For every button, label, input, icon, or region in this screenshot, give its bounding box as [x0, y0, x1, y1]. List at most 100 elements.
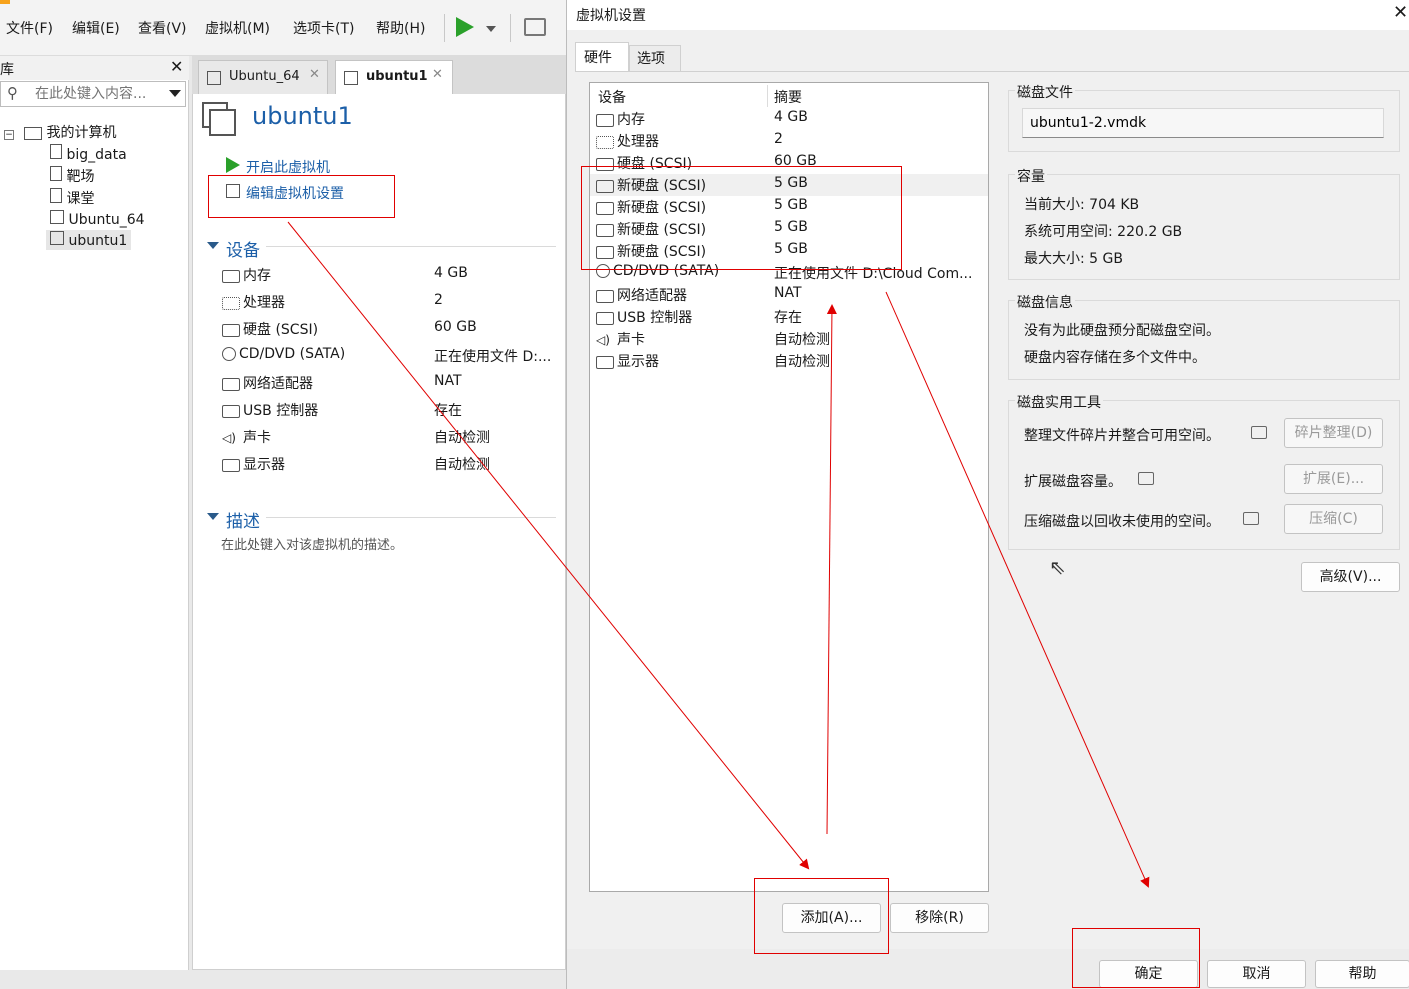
computer-icon: [24, 126, 43, 140]
network-icon: [222, 377, 240, 391]
vm-icon: [344, 71, 358, 85]
hw-row-new-disk-selected[interactable]: 新硬盘 (SCSI) 5 GB: [590, 174, 988, 196]
max-size: 最大大小: 5 GB: [1024, 251, 1123, 267]
hw-value: 自动检测: [774, 354, 830, 370]
play-icon[interactable]: [456, 17, 474, 37]
column-summary-header[interactable]: 摘要: [774, 87, 802, 107]
hw-row-cddvd[interactable]: CD/DVD (SATA) 正在使用文件 D:\Cloud Com...: [590, 262, 988, 284]
library-panel: 库 ✕ ⚲ − 我的计算机 big_data 靶场 课堂 Ubuntu_64 u…: [0, 56, 189, 970]
help-button[interactable]: 帮助: [1315, 960, 1409, 988]
hw-row-network[interactable]: 网络适配器 NAT: [590, 284, 988, 306]
advanced-button[interactable]: 高级(V)...: [1301, 562, 1400, 592]
device-row-usb[interactable]: USB 控制器: [222, 400, 318, 420]
hw-row-memory[interactable]: 内存 4 GB: [590, 108, 988, 130]
tab-hardware[interactable]: 硬件: [575, 42, 629, 72]
collapse-icon[interactable]: [207, 513, 219, 520]
snapshot-icon[interactable]: [524, 18, 546, 36]
tree-item-selected[interactable]: ubuntu1: [46, 230, 132, 250]
hw-row-new-disk[interactable]: 新硬盘 (SCSI) 5 GB: [590, 240, 988, 262]
hw-row-sound[interactable]: ◁) 声卡 自动检测: [590, 328, 988, 350]
free-space: 系统可用空间: 220.2 GB: [1024, 224, 1183, 240]
description-placeholder[interactable]: 在此处键入对该虚拟机的描述。: [221, 534, 403, 553]
close-icon[interactable]: ✕: [309, 67, 320, 82]
tab-ubuntu64[interactable]: Ubuntu_64 ✕: [198, 60, 328, 94]
device-row-memory[interactable]: 内存: [222, 265, 271, 285]
menu-edit[interactable]: 编辑(E): [72, 18, 120, 38]
hw-row-usb[interactable]: USB 控制器 存在: [590, 306, 988, 328]
vm-file-icon: [50, 188, 62, 203]
mouse-cursor-icon: ⇖: [1049, 555, 1066, 579]
menu-view[interactable]: 查看(V): [138, 18, 187, 38]
add-button[interactable]: 添加(A)...: [782, 903, 881, 933]
edit-settings-link[interactable]: 编辑虚拟机设置: [246, 183, 344, 203]
library-search[interactable]: ⚲: [0, 81, 186, 107]
disk-utilities-label: 磁盘实用工具: [1015, 392, 1103, 412]
hardware-list[interactable]: 设备 摘要 内存 4 GB 处理器 2 硬盘 (SCSI) 60 GB 新硬盘 (SC…: [589, 82, 989, 892]
device-row-cddvd[interactable]: CD/DVD (SATA): [222, 346, 345, 362]
processor-icon: [222, 296, 240, 310]
menu-help[interactable]: 帮助(H): [376, 18, 425, 38]
hw-name: 内存: [617, 112, 645, 128]
chevron-down-icon[interactable]: [486, 26, 496, 32]
tree-item-label: ubuntu1: [68, 233, 128, 249]
info-icon[interactable]: [1138, 472, 1154, 485]
menu-file[interactable]: 文件(F): [6, 18, 53, 38]
hw-name: 网络适配器: [617, 288, 687, 304]
search-input[interactable]: [35, 84, 163, 104]
collapse-icon[interactable]: [207, 242, 219, 249]
search-icon: ⚲: [7, 84, 18, 102]
capacity-label: 容量: [1015, 166, 1047, 186]
tree-item[interactable]: 靶场: [50, 166, 94, 186]
device-value: 自动检测: [434, 430, 490, 446]
info-icon[interactable]: [1251, 426, 1267, 439]
device-name: 硬盘 (SCSI): [243, 322, 319, 338]
edit-icon: [226, 184, 240, 198]
expand-button[interactable]: 扩展(E)...: [1284, 464, 1383, 494]
tab-ubuntu1[interactable]: ubuntu1 ✕: [335, 60, 453, 94]
hw-row-display[interactable]: 显示器 自动检测: [590, 350, 988, 372]
tree-root[interactable]: − 我的计算机: [4, 122, 116, 142]
device-row-sound[interactable]: ◁) 声卡: [222, 427, 271, 447]
defrag-button[interactable]: 碎片整理(D): [1284, 418, 1383, 448]
hw-value: 自动检测: [774, 332, 830, 348]
info-icon[interactable]: [1243, 512, 1259, 525]
column-device-header[interactable]: 设备: [598, 87, 626, 107]
tree-item[interactable]: 课堂: [50, 188, 94, 208]
menu-tabs[interactable]: 选项卡(T): [293, 18, 354, 38]
tree-item[interactable]: Ubuntu_64: [50, 210, 145, 228]
device-row-network[interactable]: 网络适配器: [222, 373, 313, 393]
processor-icon: [596, 135, 614, 149]
hw-row-processor[interactable]: 处理器 2: [590, 130, 988, 152]
dialog-title: 虚拟机设置: [576, 8, 646, 24]
disk-file-field[interactable]: [1022, 108, 1384, 138]
hw-name: 新硬盘 (SCSI): [617, 200, 707, 216]
devices-header[interactable]: 设备: [226, 236, 260, 261]
chevron-down-icon[interactable]: [169, 90, 181, 97]
menu-vm[interactable]: 虚拟机(M): [205, 18, 270, 38]
ok-button[interactable]: 确定: [1099, 960, 1198, 988]
description-header[interactable]: 描述: [226, 507, 260, 532]
power-on-link[interactable]: 开启此虚拟机: [246, 157, 330, 177]
hw-row-harddisk[interactable]: 硬盘 (SCSI) 60 GB: [590, 152, 988, 174]
hw-name: 新硬盘 (SCSI): [617, 244, 707, 260]
column-separator[interactable]: [767, 85, 768, 107]
close-icon[interactable]: ✕: [1393, 2, 1408, 23]
device-row-processor[interactable]: 处理器: [222, 292, 285, 312]
collapse-icon[interactable]: −: [4, 130, 14, 140]
divider: [266, 246, 556, 247]
hw-row-new-disk[interactable]: 新硬盘 (SCSI) 5 GB: [590, 196, 988, 218]
compact-button[interactable]: 压缩(C): [1284, 504, 1383, 534]
close-icon[interactable]: ✕: [432, 67, 443, 82]
speaker-icon: ◁): [222, 431, 236, 445]
tab-options[interactable]: 选项: [629, 45, 681, 72]
close-icon[interactable]: ✕: [170, 57, 183, 76]
cd-icon: [222, 347, 236, 361]
tree-item[interactable]: big_data: [50, 144, 127, 163]
disk-info-line: 没有为此硬盘预分配磁盘空间。: [1024, 323, 1220, 339]
vm-icon: [50, 210, 64, 224]
remove-button[interactable]: 移除(R): [890, 903, 989, 933]
hw-row-new-disk[interactable]: 新硬盘 (SCSI) 5 GB: [590, 218, 988, 240]
device-row-harddisk[interactable]: 硬盘 (SCSI): [222, 319, 318, 339]
cancel-button[interactable]: 取消: [1207, 960, 1306, 988]
device-row-display[interactable]: 显示器: [222, 454, 285, 474]
